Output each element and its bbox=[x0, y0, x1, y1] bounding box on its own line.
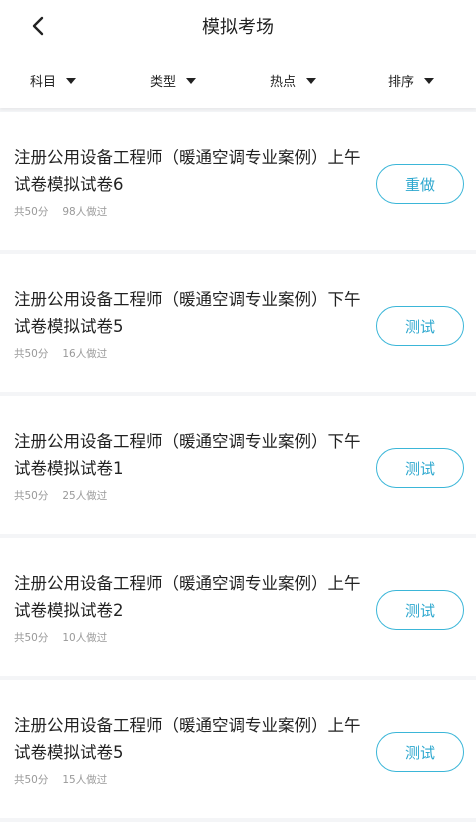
exam-meta: 共50分 15人做过 bbox=[14, 772, 107, 787]
exam-score: 共50分 bbox=[14, 490, 49, 502]
filter-subject[interactable]: 科目 bbox=[30, 70, 77, 90]
filter-sort[interactable]: 排序 bbox=[388, 70, 435, 90]
filter-type-label: 类型 bbox=[150, 74, 177, 90]
caret-down-icon bbox=[306, 77, 317, 84]
page-title: 模拟考场 bbox=[202, 17, 274, 38]
exam-meta: 共50分 25人做过 bbox=[14, 488, 107, 503]
exam-meta: 共50分 10人做过 bbox=[14, 630, 107, 645]
exam-score: 共50分 bbox=[14, 774, 49, 786]
filter-hotspot[interactable]: 热点 bbox=[270, 70, 317, 90]
exam-card[interactable]: 注册公用设备工程师（暖通空调专业案例）下午试卷模拟试卷1 共50分 25人做过 测… bbox=[0, 396, 476, 534]
exam-meta: 共50分 16人做过 bbox=[14, 346, 107, 361]
exam-count: 10人做过 bbox=[62, 632, 108, 644]
exam-title: 注册公用设备工程师（暖通空调专业案例）下午试卷模拟试卷5 bbox=[14, 290, 361, 336]
exam-card[interactable]: 注册公用设备工程师（暖通空调专业案例）上午试卷模拟试卷2 共50分 10人做过 测… bbox=[0, 538, 476, 676]
caret-down-icon bbox=[66, 77, 77, 84]
exam-card[interactable]: 注册公用设备工程师（暖通空调专业案例）上午试卷模拟试卷6 共50分 98人做过 重… bbox=[0, 112, 476, 250]
filter-sort-label: 排序 bbox=[388, 74, 415, 90]
exam-count: 25人做过 bbox=[62, 490, 108, 502]
exam-card[interactable]: 注册公用设备工程师（暖通空调专业案例）上午试卷模拟试卷5 共50分 15人做过 测… bbox=[0, 680, 476, 818]
caret-down-icon bbox=[186, 77, 197, 84]
app-header: 模拟考场 bbox=[0, 0, 476, 50]
redo-button[interactable]: 重做 bbox=[376, 164, 464, 204]
test-button[interactable]: 测试 bbox=[376, 306, 464, 346]
exam-list: 注册公用设备工程师（暖通空调专业案例）上午试卷模拟试卷6 共50分 98人做过 重… bbox=[0, 112, 476, 822]
filter-subject-label: 科目 bbox=[30, 74, 57, 90]
exam-title: 注册公用设备工程师（暖通空调专业案例）上午试卷模拟试卷2 bbox=[14, 574, 361, 620]
test-button[interactable]: 测试 bbox=[376, 448, 464, 488]
exam-title: 注册公用设备工程师（暖通空调专业案例）上午试卷模拟试卷6 bbox=[14, 148, 361, 194]
exam-score: 共50分 bbox=[14, 632, 49, 644]
filter-bar: 科目 类型 热点 排序 bbox=[0, 50, 476, 108]
exam-card[interactable]: 注册公用设备工程师（暖通空调专业案例）下午试卷模拟试卷5 共50分 16人做过 测… bbox=[0, 254, 476, 392]
test-button[interactable]: 测试 bbox=[376, 590, 464, 630]
exam-title: 注册公用设备工程师（暖通空调专业案例）下午试卷模拟试卷1 bbox=[14, 432, 361, 478]
exam-title: 注册公用设备工程师（暖通空调专业案例）上午试卷模拟试卷5 bbox=[14, 716, 361, 762]
exam-score: 共50分 bbox=[14, 206, 49, 218]
exam-count: 15人做过 bbox=[62, 774, 108, 786]
exam-count: 16人做过 bbox=[62, 348, 108, 360]
test-button[interactable]: 测试 bbox=[376, 732, 464, 772]
caret-down-icon bbox=[424, 77, 435, 84]
exam-score: 共50分 bbox=[14, 348, 49, 360]
exam-meta: 共50分 98人做过 bbox=[14, 204, 107, 219]
filter-hotspot-label: 热点 bbox=[270, 74, 297, 90]
exam-count: 98人做过 bbox=[62, 206, 108, 218]
filter-type[interactable]: 类型 bbox=[150, 70, 197, 90]
